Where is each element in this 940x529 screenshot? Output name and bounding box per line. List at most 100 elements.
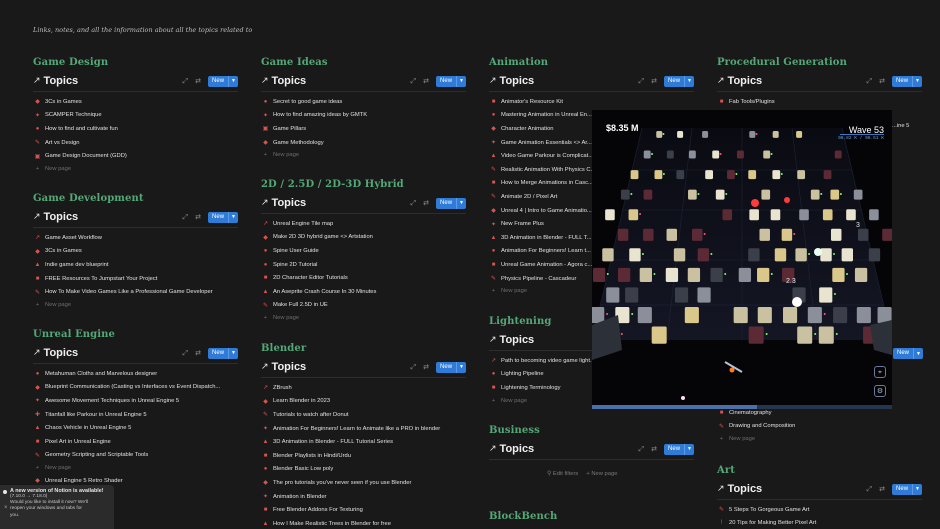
list-item[interactable]: ↗ Unreal Engine Tile map (261, 217, 466, 231)
sync-icon[interactable]: ⇄ (195, 77, 201, 85)
topics-label[interactable]: Topics (272, 75, 411, 87)
expand-icon[interactable]: ⤢ (867, 485, 873, 494)
list-item[interactable]: ◆ 3Cs in Games (33, 95, 238, 109)
list-item[interactable]: ▣ Game Design Document (GDD) (33, 149, 238, 163)
expand-icon[interactable]: ⤢ (639, 445, 645, 454)
sync-icon[interactable]: ⇄ (879, 485, 885, 493)
new-page-button[interactable]: + New page (586, 471, 617, 477)
new-button[interactable]: New ▼ (436, 197, 466, 209)
list-item[interactable]: ▲ How I Make Realistic Trees in Blender f… (261, 517, 466, 529)
list-item[interactable]: ✎ Make Full 2.5D in UE (261, 299, 466, 313)
list-item[interactable]: ✎ Art vs Design (33, 136, 238, 150)
chevron-down-icon[interactable]: ▼ (457, 200, 464, 206)
sync-icon[interactable]: ⇄ (195, 349, 201, 357)
list-item[interactable]: ■ Pixel Art in Unreal Engine (33, 435, 238, 449)
sync-icon[interactable]: ⇄ (423, 199, 429, 207)
sync-icon[interactable]: ⇄ (195, 213, 201, 221)
target-icon[interactable]: ⌖ (874, 366, 886, 378)
close-icon[interactable]: × (4, 505, 8, 511)
chevron-down-icon[interactable]: ▼ (685, 446, 692, 452)
list-item[interactable]: ✎ Tutorials to watch after Donut (261, 408, 466, 422)
sync-icon[interactable]: ⇄ (651, 445, 657, 453)
new-button[interactable]: New ▼ (208, 211, 238, 223)
new-page-button[interactable]: + New page (33, 462, 238, 474)
list-item[interactable]: ● Metahuman Cloths and Marvelous designer (33, 367, 238, 381)
topics-label[interactable]: Topics (500, 443, 639, 455)
new-button[interactable]: New ▼ (893, 348, 923, 359)
new-page-button[interactable]: + New page (261, 312, 466, 324)
list-item[interactable]: ◆ Blueprint Communication (Casting vs Int… (33, 381, 238, 395)
new-page-button[interactable]: + New page (33, 163, 238, 175)
list-item[interactable]: ▣ Game Pillars (261, 122, 466, 136)
topics-label[interactable]: Topics (44, 211, 183, 223)
list-item-fragment[interactable]: ...ine 5 (892, 119, 932, 133)
new-button[interactable]: New ▼ (436, 361, 466, 373)
list-item[interactable]: ↗ Game Asset Workflow (33, 231, 238, 245)
list-item[interactable]: ✦ Animation in Blender (261, 490, 466, 504)
list-item[interactable]: ■ Animator's Resource Kit (489, 95, 694, 109)
list-item[interactable]: ▲ Chaos Vehicle in Unreal Engine 5 (33, 421, 238, 435)
chevron-down-icon[interactable]: ▼ (229, 214, 236, 220)
topics-label[interactable]: Topics (272, 361, 411, 373)
chevron-down-icon[interactable]: ▼ (457, 364, 464, 370)
new-page-button[interactable]: + New page (717, 433, 922, 445)
list-item[interactable]: ! 20 Tips for Making Better Pixel Art (717, 517, 922, 529)
new-button[interactable]: New ▼ (436, 75, 466, 87)
list-item[interactable]: ✎ Drawing and Composition (717, 420, 922, 434)
list-item[interactable]: ■ Fab Tools/Plugins (717, 95, 922, 109)
topics-label[interactable]: Topics (728, 483, 867, 495)
expand-icon[interactable]: ⤢ (867, 77, 873, 86)
list-item[interactable]: ◆ The pro tutorials you've never seen if … (261, 476, 466, 490)
sync-icon[interactable]: ⇄ (423, 77, 429, 85)
list-item[interactable]: ● Secret to good game ideas (261, 95, 466, 109)
list-item[interactable]: ● Spine User Guide (261, 244, 466, 258)
topics-label[interactable]: Topics (500, 75, 639, 87)
list-item[interactable]: ▲ Indie game dev blueprint (33, 258, 238, 272)
expand-icon[interactable]: ⤢ (411, 199, 417, 208)
expand-icon[interactable]: ⤢ (183, 349, 189, 358)
game-preview-window[interactable]: $8.35 M Wave 53 96.82 K / 98.51 K 2.3 3 … (592, 110, 892, 409)
list-item[interactable]: ◆ Game Methodology (261, 136, 466, 150)
list-item[interactable]: ✦ How to find amazing ideas by GMTK (261, 109, 466, 123)
settings-icon[interactable]: ⚙ (874, 385, 886, 397)
list-item[interactable]: ▲ 3D Animation in Blender - FULL Tutorial… (261, 435, 466, 449)
new-button[interactable]: New ▼ (892, 483, 922, 495)
update-toast[interactable]: A new version of Notion is available! (7… (0, 485, 114, 529)
list-item[interactable]: ■ FREE Resources To Jumpstart Your Projec… (33, 272, 238, 286)
expand-icon[interactable]: ⤢ (411, 77, 417, 86)
list-item[interactable]: ◆ Learn Blender in 2023 (261, 395, 466, 409)
chevron-down-icon[interactable]: ▼ (913, 486, 920, 492)
chevron-down-icon[interactable]: ▼ (914, 351, 921, 357)
list-item[interactable]: ✎ 5 Steps To Gorgeous Game Art (717, 503, 922, 517)
chevron-down-icon[interactable]: ▼ (685, 78, 692, 84)
list-item[interactable]: ◆ Make 2D 3D hybrid game <> Artstation (261, 231, 466, 245)
list-item[interactable]: ✎ How To Make Video Games Like a Professi… (33, 285, 238, 299)
list-item[interactable]: ■ Blender Playlists in Hindi/Urdu (261, 449, 466, 463)
list-item[interactable]: ✎ Geometry Scripting and Scriptable Tools (33, 449, 238, 463)
new-button[interactable]: New ▼ (208, 347, 238, 359)
topics-label[interactable]: Topics (728, 75, 867, 87)
new-button[interactable]: New ▼ (664, 443, 694, 455)
chevron-down-icon[interactable]: ▼ (457, 78, 464, 84)
list-item[interactable]: ↗ ZBrush (261, 381, 466, 395)
topics-label[interactable]: Topics (44, 75, 183, 87)
list-item[interactable]: ✦ Animation For Beginners! Learn to Anima… (261, 422, 466, 436)
list-item[interactable]: ■ 2D Character Editor Tutorials (261, 271, 466, 285)
expand-icon[interactable]: ⤢ (411, 363, 417, 372)
new-button[interactable]: New ▼ (664, 75, 694, 87)
new-button[interactable]: New ▼ (208, 75, 238, 87)
list-item[interactable]: ● How to find and cultivate fun (33, 122, 238, 136)
list-item[interactable]: ✦ Awesome Movement Techniques in Unreal E… (33, 394, 238, 408)
sync-icon[interactable]: ⇄ (879, 77, 885, 85)
list-item[interactable]: ● Blender Basic Low poly (261, 463, 466, 477)
expand-icon[interactable]: ⤢ (183, 213, 189, 222)
edit-filters-button[interactable]: ⚲ Edit filters (547, 471, 578, 477)
list-item[interactable]: ■ Free Blender Addons For Texturing (261, 503, 466, 517)
new-page-button[interactable]: + New page (33, 299, 238, 311)
chevron-down-icon[interactable]: ▼ (229, 350, 236, 356)
topics-label[interactable]: Topics (272, 197, 411, 209)
chevron-down-icon[interactable]: ▼ (229, 78, 236, 84)
list-item[interactable]: ● Spine 2D Tutorial (261, 258, 466, 272)
expand-icon[interactable]: ⤢ (639, 77, 645, 86)
list-item[interactable]: ◆ 3Cs in Games (33, 245, 238, 259)
